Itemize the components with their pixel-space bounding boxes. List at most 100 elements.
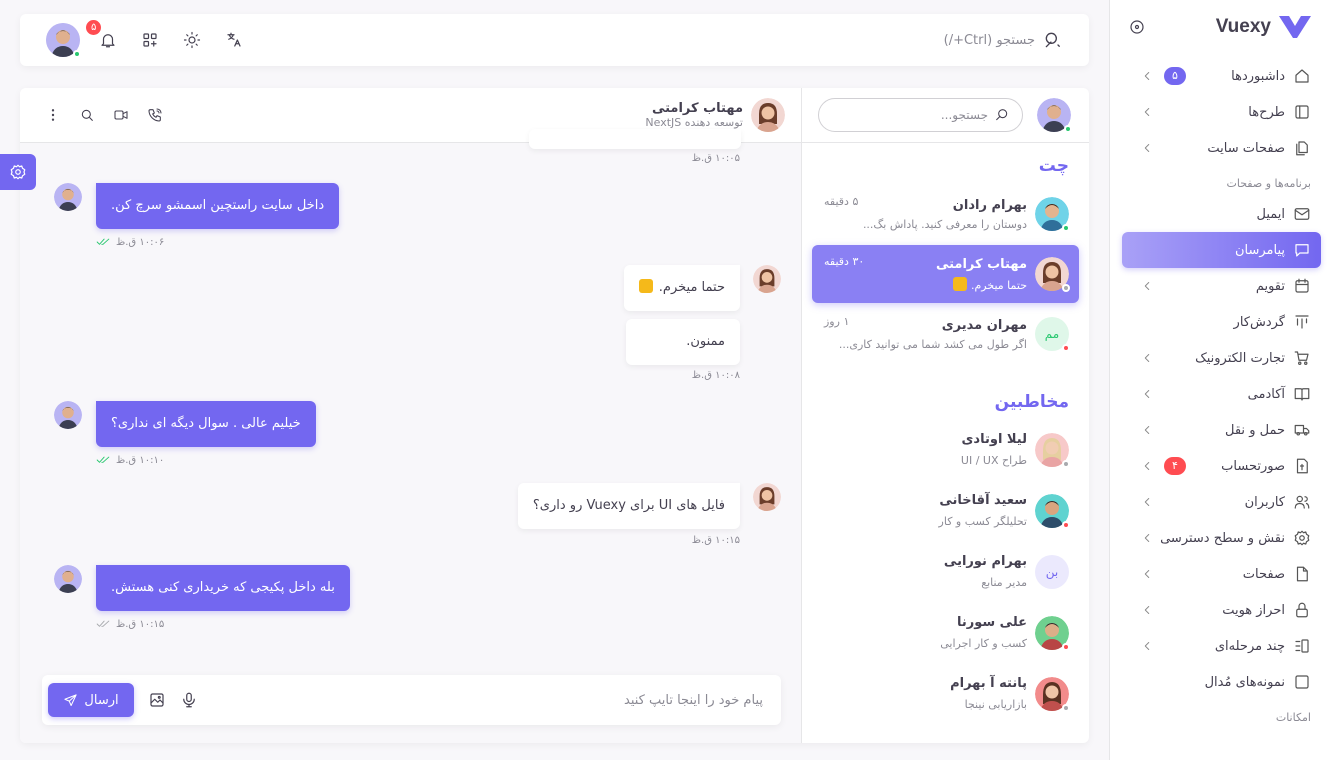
invoice-icon [1293,457,1311,475]
sidebar-item-academy[interactable]: آکادمی [1122,376,1321,412]
sidebar-item-auth[interactable]: احراز هویت [1122,592,1321,628]
my-avatar[interactable] [1037,98,1072,133]
sidebar-nav: داشبوردها ۵ طرح‌ها صفحات سایت برنامه‌ها … [1122,58,1321,730]
message-bubble: داخل سایت راستچین اسمشو سرچ کن. [96,183,340,229]
sidebar-item-site-pages[interactable]: صفحات سایت [1122,130,1321,166]
contact-role: مدیر منابع [981,576,1027,589]
mail-icon [1293,205,1311,223]
chevron-left-icon [1140,279,1154,293]
translate-icon[interactable] [220,26,248,54]
message-icon [1293,241,1311,259]
message-bubble: ممنون. [626,319,740,365]
sun-icon[interactable] [178,26,206,54]
sidebar-item-wizard[interactable]: چند مرحله‌ای [1122,628,1321,664]
chevron-left-icon [1140,141,1154,155]
topbar: جستجو (Ctrl+/) ۵ [20,14,1089,66]
wizard-icon [1293,637,1311,655]
contacts-search-placeholder: جستجو... [940,108,988,122]
conversation-contact[interactable]: مهتاب کرامتی توسعه دهنده NextJS [645,98,785,132]
contact-item[interactable]: لیلا اوتادی طراح UI / UX [812,419,1079,480]
message-bubble: بله داخل پکیجی که خریداری کنی هستش. [96,565,350,611]
contacts-panel: جستجو... چت بهرام رادان دوستان را معرفی … [801,88,1089,743]
badge: ۴ [1164,457,1186,475]
message-time: ۱۰:۱۵ ق.ظ [691,535,740,546]
sidebar: Vuexy داشبوردها ۵ طرح‌ها صفحات سایت برنا… [1109,0,1333,760]
chat-time: ۵ دقیقه [824,195,859,208]
more-vertical-icon[interactable] [42,104,64,126]
notification-bell[interactable]: ۵ [86,20,122,54]
contacts-title: مخاطبین [994,392,1069,412]
conversation-panel: مهتاب کرامتی توسعه دهنده NextJS ۱۰:۰۵ ق.… [20,88,801,743]
conversation-subtitle: توسعه دهنده NextJS [645,116,743,129]
contact-role: بازاریابی نینجا [964,698,1027,711]
contact-item[interactable]: علی سورنا کسب و کار اجرایی [812,602,1079,663]
chat-preview: اگر طول می کشد شما می توانید کاری... [838,337,1027,351]
lock-icon [1293,601,1311,619]
sidebar-item-kanban[interactable]: گردش‌کار [1122,304,1321,340]
sidebar-item-users[interactable]: کاربران [1122,484,1321,520]
sidebar-item-modals[interactable]: نمونه‌های مُدال [1122,664,1321,700]
home-icon [1293,67,1311,85]
sidebar-item-dashboards[interactable]: داشبوردها ۵ [1122,58,1321,94]
badge: ۵ [1164,67,1186,85]
message-time: ۱۰:۱۰ ق.ظ [116,454,165,466]
contacts-header: جستجو... [802,88,1089,143]
contact-role: تحلیلگر کسب و کار [938,515,1027,528]
sidebar-item-pages[interactable]: صفحات [1122,556,1321,592]
image-icon[interactable] [148,691,166,709]
sidebar-item-ecommerce[interactable]: تجارت الکترونیک [1122,340,1321,376]
vuexy-logo-icon [1279,16,1311,38]
square-icon [1293,673,1311,691]
global-search-placeholder: جستجو (Ctrl+/) [943,32,1035,48]
sidebar-item-roles[interactable]: نقش و سطح دسترسی [1122,520,1321,556]
sidebar-item-logistics[interactable]: حمل و نقل [1122,412,1321,448]
chevron-left-icon [1140,495,1154,509]
global-search[interactable]: جستجو (Ctrl+/) [944,30,1063,50]
chat-preview: حتما میخرم. [970,278,1027,292]
sidebar-item-label: صفحات [1242,566,1285,582]
sidebar-item-email[interactable]: ایمیل [1122,196,1321,232]
chat-time: ۳۰ دقیقه [824,255,865,268]
sidebar-item-invoice[interactable]: صورتحساب ۴ [1122,448,1321,484]
message-composer: پیام خود را اینجا تایپ کنید ارسال [42,675,781,725]
sidebar-item-calendar[interactable]: تقویم [1122,268,1321,304]
avatar [753,483,781,511]
sidebar-item-label: داشبوردها [1231,68,1285,84]
microphone-icon[interactable] [180,691,198,709]
phone-call-icon[interactable] [144,104,166,126]
message-input[interactable]: پیام خود را اینجا تایپ کنید [624,693,763,708]
double-check-icon [96,618,110,630]
avatar [1035,493,1070,529]
sidebar-item-label: نمونه‌های مُدال [1204,674,1285,690]
video-call-icon[interactable] [110,104,132,126]
user-avatar[interactable] [46,23,81,58]
send-button[interactable]: ارسال [48,683,134,717]
chevron-left-icon [1140,423,1154,437]
sidebar-item-layouts[interactable]: طرح‌ها [1122,94,1321,130]
chat-list-item[interactable]: بهرام رادان دوستان را معرفی کنید. پاداش … [812,185,1079,243]
sidebar-item-label: چند مرحله‌ای [1214,638,1285,654]
chat-preview: دوستان را معرفی کنید. پاداش بگ... [862,217,1027,231]
sidebar-item-chat[interactable]: پیامرسان [1122,232,1321,268]
contact-item[interactable]: سعید آقاخانی تحلیلگر کسب و کار [812,480,1079,541]
message-time: ۱۰:۰۵ ق.ظ [691,153,740,164]
customizer-toggle[interactable] [0,154,36,190]
sidebar-item-label: صفحات سایت [1207,140,1285,156]
sidebar-pin-icon[interactable] [1128,18,1146,36]
avatar [1035,676,1070,712]
chevron-left-icon [1140,603,1154,617]
thumbs-up-icon [638,279,653,293]
contact-item[interactable]: بن بهرام نورایی مدیر منابع [812,541,1079,602]
contacts-search-input[interactable]: جستجو... [818,98,1023,132]
chevron-left-icon [1140,639,1154,653]
search-icon[interactable] [76,104,98,126]
message-text: حتما میخرم. [658,280,725,295]
users-icon [1293,493,1311,511]
thumbs-up-icon [952,276,967,291]
chat-list-item-active[interactable]: مهتاب کرامتی حتما میخرم. ۳۰ دقیقه [812,245,1079,303]
apps-grid-icon[interactable] [136,26,164,54]
chat-name: مهران مدیری [941,317,1027,333]
settings-icon [9,163,27,181]
contact-item[interactable]: پانته آ بهرام بازاریابی نینجا [812,663,1079,724]
chat-list-item[interactable]: مم مهران مدیری اگر طول می کشد شما می توا… [812,305,1079,363]
